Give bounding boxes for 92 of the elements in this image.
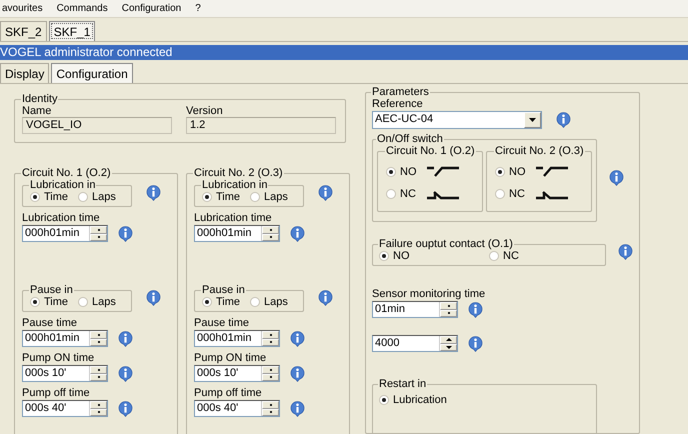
radio-option[interactable]: Time <box>30 296 68 308</box>
menu-item[interactable]: Configuration <box>120 3 184 14</box>
group-title: Lubrication in <box>29 179 96 191</box>
spin-up-button[interactable] <box>90 366 107 374</box>
group-title: Circuit No. 2 (O.3) <box>193 167 284 179</box>
info-icon[interactable] <box>118 226 133 242</box>
group-title: On/Off switch <box>376 133 444 145</box>
spin-field[interactable]: 000s 40' <box>194 400 280 417</box>
dropdown[interactable]: AEC-UC-04 <box>372 111 542 129</box>
group-title: Circuit No. 1 (O.2) <box>21 167 112 179</box>
spin-up-button[interactable] <box>262 226 279 234</box>
info-icon[interactable] <box>290 366 305 382</box>
field-label: Lubrication time <box>194 212 273 224</box>
field-label: Sensor monitoring time <box>372 288 486 300</box>
spin-field[interactable]: 000h01min <box>194 225 280 242</box>
spin-field[interactable]: 000s 10' <box>22 365 108 382</box>
group-title: Pause in <box>29 284 74 296</box>
group-title: Identity <box>21 93 58 105</box>
menu-item[interactable]: Commands <box>54 3 110 14</box>
info-icon[interactable] <box>118 400 133 416</box>
field-label: Pump off time <box>22 387 91 399</box>
radio-option[interactable]: NO <box>386 166 422 178</box>
spin-field[interactable]: 000s 40' <box>22 400 108 417</box>
radio-option[interactable]: Laps <box>250 296 288 308</box>
radio-option[interactable]: Time <box>202 296 240 308</box>
spin-field[interactable]: 01min <box>372 301 458 318</box>
info-icon[interactable] <box>556 112 571 128</box>
caret-icon <box>529 118 536 122</box>
spin-field[interactable]: 000h01min <box>22 330 108 347</box>
group-title: Pause in <box>201 284 246 296</box>
tab[interactable]: Configuration <box>51 63 133 83</box>
info-icon[interactable] <box>609 170 624 186</box>
spin-field[interactable]: 000h01min <box>22 225 108 242</box>
switch-symbol-icon <box>535 165 569 179</box>
radio-option[interactable]: NO <box>379 250 489 262</box>
info-icon[interactable] <box>618 244 633 260</box>
spin-field[interactable]: 000s 10' <box>194 365 280 382</box>
spin-field[interactable]: 4000 <box>372 335 458 352</box>
group-title: Lubrication in <box>201 179 268 191</box>
radio-option[interactable]: Lubrication <box>379 394 447 406</box>
group-title: Restart in <box>378 378 428 390</box>
info-icon[interactable] <box>118 330 133 346</box>
spin-up-button[interactable] <box>262 366 279 374</box>
readonly-field: 1.2 <box>186 117 336 134</box>
group-title: Parameters <box>371 86 430 98</box>
spin-field[interactable]: 000h01min <box>194 330 280 347</box>
radio-option[interactable]: NC <box>489 250 599 262</box>
spin-up-button[interactable] <box>440 336 457 344</box>
info-icon[interactable] <box>468 336 483 352</box>
radio-option[interactable]: Laps <box>78 191 116 203</box>
readonly-field: VOGEL_IO <box>22 117 172 134</box>
info-icon[interactable] <box>318 290 333 306</box>
spin-up-button[interactable] <box>90 401 107 408</box>
device-tab[interactable]: SKF_2 <box>0 21 47 41</box>
info-icon[interactable] <box>146 185 161 201</box>
menu-item[interactable]: ? <box>193 3 203 14</box>
spin-up-button[interactable] <box>90 331 107 338</box>
field-label: Pump ON time <box>22 352 96 364</box>
group-title: Circuit No. 1 (O.2) <box>385 145 476 157</box>
group-title: Failure ouptut contact (O.1) <box>378 238 514 250</box>
radio-option[interactable]: NC <box>386 188 422 200</box>
spin-up-button[interactable] <box>440 302 457 310</box>
radio-option[interactable]: NO <box>495 166 531 178</box>
device-tab[interactable]: SKF_1 <box>48 21 96 41</box>
radio-option[interactable]: Time <box>202 191 240 203</box>
menu-item[interactable]: avourites <box>0 3 45 14</box>
info-icon[interactable] <box>290 400 305 416</box>
info-icon[interactable] <box>468 302 483 318</box>
field-label: Lubrication time <box>22 212 101 224</box>
info-icon[interactable] <box>146 290 161 306</box>
field-label: Pause time <box>194 317 250 329</box>
status-bar: VOGEL administrator connected <box>0 45 688 60</box>
info-icon[interactable] <box>318 185 333 201</box>
info-icon[interactable] <box>290 226 305 242</box>
radio-option[interactable]: Laps <box>250 191 288 203</box>
field-label: Name <box>22 105 52 117</box>
spin-up-button[interactable] <box>262 331 279 338</box>
radio-option[interactable]: NC <box>495 188 531 200</box>
switch-symbol-icon <box>426 165 460 179</box>
radio-option[interactable]: Laps <box>78 296 116 308</box>
tab[interactable]: Display <box>0 63 50 83</box>
info-icon[interactable] <box>290 330 305 346</box>
info-icon[interactable] <box>118 366 133 382</box>
field-label: Version <box>186 105 224 117</box>
field-label: Pause time <box>22 317 78 329</box>
group-title: Circuit No. 2 (O.3) <box>494 145 585 157</box>
field-label: Pump off time <box>194 387 263 399</box>
field-label: Reference <box>372 98 424 110</box>
field-label: Pump ON time <box>194 352 268 364</box>
spin-up-button[interactable] <box>262 401 279 408</box>
spin-up-button[interactable] <box>90 226 107 234</box>
radio-option[interactable]: Time <box>30 191 68 203</box>
